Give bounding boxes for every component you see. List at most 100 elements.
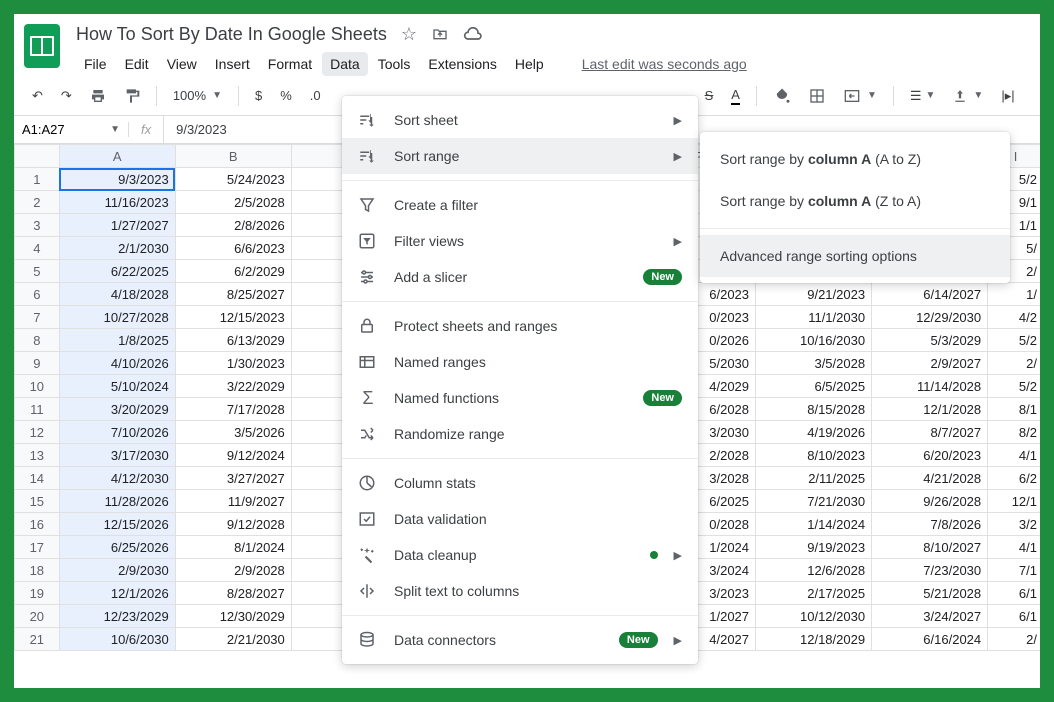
row-header[interactable]: 17 <box>15 536 60 559</box>
star-icon[interactable]: ☆ <box>401 24 417 45</box>
row-header[interactable]: 8 <box>15 329 60 352</box>
cell[interactable]: 12/29/2030 <box>872 306 988 329</box>
cell[interactable]: 4/10/2026 <box>59 352 175 375</box>
menu-item-data-validation[interactable]: Data validation <box>342 501 698 537</box>
cell[interactable]: 11/14/2028 <box>872 375 988 398</box>
row-header[interactable]: 20 <box>15 605 60 628</box>
cell[interactable]: 3/27/2027 <box>175 467 291 490</box>
align-button[interactable]: ☰ ▼ <box>904 84 942 108</box>
cell[interactable]: 12/30/2029 <box>175 605 291 628</box>
cell[interactable]: 12/15/2026 <box>59 513 175 536</box>
menu-tools[interactable]: Tools <box>370 52 419 76</box>
cell[interactable]: 4/12/2030 <box>59 467 175 490</box>
redo-button[interactable]: ↷ <box>55 84 78 108</box>
cell[interactable]: 3/24/2027 <box>872 605 988 628</box>
cell[interactable]: 6/1 <box>988 582 1040 605</box>
cell[interactable]: 8/10/2027 <box>872 536 988 559</box>
row-header[interactable]: 4 <box>15 237 60 260</box>
menu-edit[interactable]: Edit <box>117 52 157 76</box>
menu-item-add-a-slicer[interactable]: Add a slicerNew <box>342 259 698 295</box>
cell[interactable]: 6/13/2029 <box>175 329 291 352</box>
cell[interactable]: 7/23/2030 <box>872 559 988 582</box>
cell[interactable]: 6/5/2025 <box>756 375 872 398</box>
menu-item-named-functions[interactable]: ΣNamed functionsNew <box>342 380 698 416</box>
cell[interactable]: 8/15/2028 <box>756 398 872 421</box>
decrease-decimal-button[interactable]: .0 <box>304 84 327 107</box>
row-header[interactable]: 6 <box>15 283 60 306</box>
currency-button[interactable]: $ <box>249 84 268 107</box>
cell[interactable]: 1/27/2027 <box>59 214 175 237</box>
cell[interactable]: 2/9/2028 <box>175 559 291 582</box>
cell[interactable]: 11/9/2027 <box>175 490 291 513</box>
row-header[interactable]: 7 <box>15 306 60 329</box>
menu-item-filter-views[interactable]: Filter views▶ <box>342 223 698 259</box>
cell[interactable]: 10/6/2030 <box>59 628 175 651</box>
formula-bar[interactable]: 9/3/2023 <box>164 122 239 137</box>
cell[interactable]: 9/12/2028 <box>175 513 291 536</box>
select-all-corner[interactable] <box>15 145 60 168</box>
row-header[interactable]: 13 <box>15 444 60 467</box>
col-header-b[interactable]: B <box>175 145 291 168</box>
row-header[interactable]: 12 <box>15 421 60 444</box>
menu-item-randomize-range[interactable]: Randomize range <box>342 416 698 452</box>
menu-item-sort-sheet[interactable]: Sort sheet▶ <box>342 102 698 138</box>
row-header[interactable]: 2 <box>15 191 60 214</box>
cell[interactable]: 4/18/2028 <box>59 283 175 306</box>
doc-title[interactable]: How To Sort By Date In Google Sheets <box>76 24 387 45</box>
percent-button[interactable]: % <box>274 84 298 107</box>
cell[interactable]: 3/22/2029 <box>175 375 291 398</box>
row-header[interactable]: 15 <box>15 490 60 513</box>
cell[interactable]: 2/11/2025 <box>756 467 872 490</box>
menu-item-create-a-filter[interactable]: Create a filter <box>342 187 698 223</box>
cell[interactable]: 6/14/2027 <box>872 283 988 306</box>
menu-extensions[interactable]: Extensions <box>420 52 504 76</box>
sheets-logo[interactable] <box>24 24 60 68</box>
cell[interactable]: 9/21/2023 <box>756 283 872 306</box>
cell[interactable]: 3/5/2028 <box>756 352 872 375</box>
col-header-a[interactable]: A <box>59 145 175 168</box>
last-edit-link[interactable]: Last edit was seconds ago <box>574 52 755 76</box>
cell[interactable]: 6/20/2023 <box>872 444 988 467</box>
cell[interactable]: 2/9/2030 <box>59 559 175 582</box>
cell[interactable]: 2/5/2028 <box>175 191 291 214</box>
sort-range-az[interactable]: Sort range by column A (A to Z) <box>700 138 1010 180</box>
cell[interactable]: 8/2 <box>988 421 1040 444</box>
cell[interactable]: 5/2 <box>988 329 1040 352</box>
cell[interactable]: 1/8/2025 <box>59 329 175 352</box>
cell[interactable]: 4/2 <box>988 306 1040 329</box>
cell[interactable]: 6/22/2025 <box>59 260 175 283</box>
valign-button[interactable]: ▼ <box>947 85 989 107</box>
cell[interactable]: 2/21/2030 <box>175 628 291 651</box>
menu-help[interactable]: Help <box>507 52 552 76</box>
row-header[interactable]: 16 <box>15 513 60 536</box>
cell[interactable]: 3/20/2029 <box>59 398 175 421</box>
cell[interactable]: 6/16/2024 <box>872 628 988 651</box>
cell[interactable]: 3/2 <box>988 513 1040 536</box>
row-header[interactable]: 1 <box>15 168 60 191</box>
cell[interactable]: 8/1 <box>988 398 1040 421</box>
menu-item-split-text-to-columns[interactable]: Split text to columns <box>342 573 698 609</box>
cell[interactable]: 2/ <box>988 628 1040 651</box>
move-icon[interactable] <box>431 26 449 42</box>
cell[interactable]: 6/2/2029 <box>175 260 291 283</box>
cell[interactable]: 8/25/2027 <box>175 283 291 306</box>
cell[interactable]: 5/3/2029 <box>872 329 988 352</box>
wrap-button[interactable]: |▸| <box>995 84 1020 108</box>
cell[interactable]: 11/28/2026 <box>59 490 175 513</box>
cell[interactable]: 9/19/2023 <box>756 536 872 559</box>
cell[interactable]: 12/1/2028 <box>872 398 988 421</box>
cell[interactable]: 12/18/2029 <box>756 628 872 651</box>
menu-item-protect-sheets-and-ranges[interactable]: Protect sheets and ranges <box>342 308 698 344</box>
cell[interactable]: 2/17/2025 <box>756 582 872 605</box>
cell[interactable]: 2/1/2030 <box>59 237 175 260</box>
row-header[interactable]: 5 <box>15 260 60 283</box>
cell[interactable]: 12/23/2029 <box>59 605 175 628</box>
cell[interactable]: 8/1/2024 <box>175 536 291 559</box>
cell[interactable]: 10/27/2028 <box>59 306 175 329</box>
row-header[interactable]: 19 <box>15 582 60 605</box>
cell[interactable]: 10/12/2030 <box>756 605 872 628</box>
cell[interactable]: 4/1 <box>988 444 1040 467</box>
cell[interactable]: 2/ <box>988 352 1040 375</box>
cell[interactable]: 11/16/2023 <box>59 191 175 214</box>
row-header[interactable]: 3 <box>15 214 60 237</box>
